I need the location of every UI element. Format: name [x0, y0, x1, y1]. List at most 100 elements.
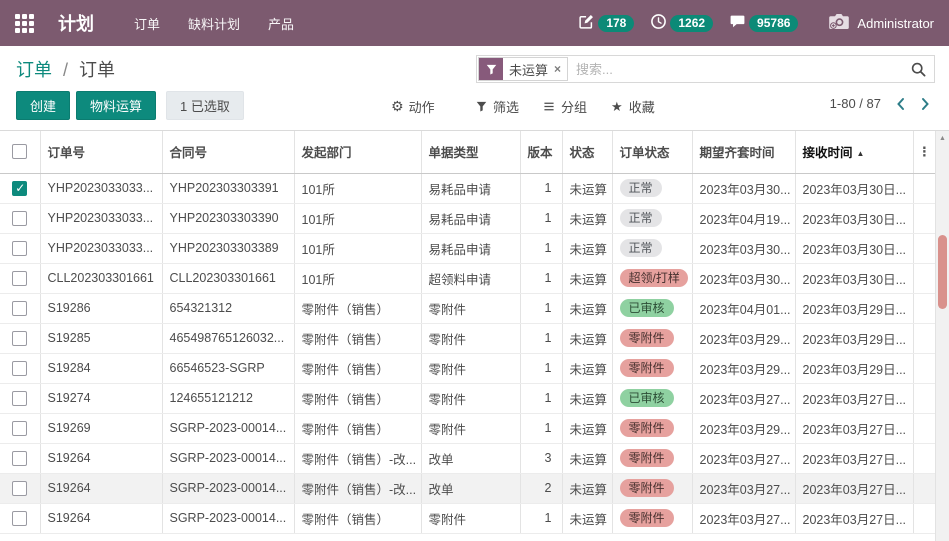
scrollbar-thumb[interactable] — [938, 235, 947, 309]
table-row[interactable]: S19264 SGRP-2023-00014... 零附件（销售） 零附件 1 … — [0, 503, 935, 533]
actions-dropdown[interactable]: ⚙ 动作 — [391, 97, 435, 116]
cell-contract-no: SGRP-2023-00014... — [162, 503, 294, 533]
order-state-badge: 已审核 — [620, 299, 674, 317]
table-row[interactable]: YHP2023033033... YHP202303303390 101所 易耗… — [0, 203, 935, 233]
search-facet[interactable]: 未运算 × — [478, 57, 568, 81]
cell-order-state: 已审核 — [612, 383, 692, 413]
note-edit-icon — [578, 13, 595, 33]
cell-status: 未运算 — [562, 263, 612, 293]
search-icon[interactable] — [911, 62, 926, 77]
material-compute-button[interactable]: 物料运算 — [76, 91, 156, 120]
row-checkbox[interactable] — [12, 331, 27, 346]
optional-columns-icon[interactable]: ⋮ — [913, 131, 935, 173]
cell-dept: 101所 — [294, 203, 421, 233]
facet-text: 未运算 — [509, 60, 548, 79]
cell-doc-type: 易耗品申请 — [421, 233, 520, 263]
row-checkbox[interactable] — [12, 451, 27, 466]
sort-asc-icon: ▲ — [857, 149, 865, 158]
menu-shortage-plan[interactable]: 缺料计划 — [188, 14, 240, 33]
cell-doc-type: 超领料申请 — [421, 263, 520, 293]
breadcrumb-parent[interactable]: 订单 — [16, 60, 52, 80]
favorites-dropdown[interactable]: ★ 收藏 — [611, 97, 655, 116]
column-version[interactable]: 版本 — [520, 131, 562, 173]
order-state-badge: 零附件 — [620, 509, 674, 527]
column-expect-time[interactable]: 期望齐套时间 — [692, 131, 795, 173]
create-button[interactable]: 创建 — [16, 91, 70, 120]
row-checkbox[interactable] — [12, 301, 27, 316]
table-row[interactable]: S19274 124655121212 零附件（销售） 零附件 1 未运算 已审… — [0, 383, 935, 413]
cell-dept: 零附件（销售） — [294, 503, 421, 533]
select-all-checkbox[interactable] — [12, 144, 27, 159]
cell-order-no: S19269 — [40, 413, 162, 443]
row-checkbox[interactable] — [12, 511, 27, 526]
scrollbar-up-icon[interactable]: ▲ — [936, 131, 949, 145]
table-row[interactable]: S19286 654321312 零附件（销售） 零附件 1 未运算 已审核 2… — [0, 293, 935, 323]
cell-order-no: S19264 — [40, 473, 162, 503]
breadcrumb-current: 订单 — [79, 60, 115, 80]
apps-menu-icon[interactable] — [15, 14, 34, 33]
row-checkbox[interactable] — [12, 421, 27, 436]
search-box: 未运算 × — [476, 55, 935, 83]
cell-dept: 101所 — [294, 263, 421, 293]
cell-contract-no: CLL202303301661 — [162, 263, 294, 293]
column-contract-no[interactable]: 合同号 — [162, 131, 294, 173]
avatar-camera-icon — [828, 13, 850, 34]
cell-status: 未运算 — [562, 173, 612, 203]
vertical-scrollbar[interactable]: ▲ — [935, 131, 949, 541]
table-header-row: 订单号 合同号 发起部门 单据类型 版本 状态 订单状态 期望齐套时间 接收时间… — [0, 131, 935, 173]
tray-activities[interactable]: 1262 — [650, 13, 713, 33]
cell-order-state: 零附件 — [612, 503, 692, 533]
cell-receive-time: 2023年03月30日... — [795, 173, 913, 203]
table-row[interactable]: S19285 465498765126032... 零附件（销售） 零附件 1 … — [0, 323, 935, 353]
cell-contract-no: 654321312 — [162, 293, 294, 323]
selected-count-button[interactable]: 1 已选取 — [166, 91, 244, 120]
menu-products[interactable]: 产品 — [268, 14, 294, 33]
table-row[interactable]: S19264 SGRP-2023-00014... 零附件（销售）-改... 改… — [0, 473, 935, 503]
pager-next-icon[interactable] — [920, 97, 931, 111]
cell-status: 未运算 — [562, 293, 612, 323]
row-checkbox[interactable] — [12, 271, 27, 286]
user-menu[interactable]: Administrator — [828, 13, 934, 34]
groupby-dropdown[interactable]: 分组 — [543, 97, 587, 116]
cell-status: 未运算 — [562, 203, 612, 233]
tray-messages[interactable]: 178 — [578, 13, 634, 33]
cell-receive-time: 2023年03月29日... — [795, 323, 913, 353]
search-options: 筛选 分组 ★ 收藏 — [476, 97, 655, 116]
row-checkbox[interactable] — [12, 241, 27, 256]
chat-count-badge: 95786 — [749, 15, 798, 32]
row-checkbox[interactable] — [12, 361, 27, 376]
filter-facet-icon — [479, 58, 503, 80]
cell-contract-no: 465498765126032... — [162, 323, 294, 353]
cell-version: 2 — [520, 473, 562, 503]
row-checkbox[interactable] — [12, 181, 27, 196]
table-row[interactable]: CLL202303301661 CLL202303301661 101所 超领料… — [0, 263, 935, 293]
search-input[interactable] — [574, 61, 903, 78]
cell-dept: 零附件（销售） — [294, 323, 421, 353]
table-row[interactable]: YHP2023033033... YHP202303303391 101所 易耗… — [0, 173, 935, 203]
filters-dropdown[interactable]: 筛选 — [476, 97, 519, 116]
column-receive-time[interactable]: 接收时间▲ — [795, 131, 913, 173]
column-order-no[interactable]: 订单号 — [40, 131, 162, 173]
cell-expect-time: 2023年03月29... — [692, 413, 795, 443]
cell-receive-time: 2023年03月29日... — [795, 293, 913, 323]
pager-previous-icon[interactable] — [895, 97, 906, 111]
tray-chat[interactable]: 95786 — [729, 13, 798, 33]
cell-dept: 零附件（销售） — [294, 293, 421, 323]
table-row[interactable]: S19269 SGRP-2023-00014... 零附件（销售） 零附件 1 … — [0, 413, 935, 443]
column-status[interactable]: 状态 — [562, 131, 612, 173]
cell-version: 1 — [520, 293, 562, 323]
table-row[interactable]: YHP2023033033... YHP202303303389 101所 易耗… — [0, 233, 935, 263]
row-checkbox[interactable] — [12, 481, 27, 496]
row-checkbox[interactable] — [12, 211, 27, 226]
menu-orders[interactable]: 订单 — [134, 14, 160, 33]
column-doc-type[interactable]: 单据类型 — [421, 131, 520, 173]
pager-value[interactable]: 1-80 / 87 — [830, 96, 881, 111]
user-name: Administrator — [857, 16, 934, 31]
column-dept[interactable]: 发起部门 — [294, 131, 421, 173]
row-checkbox[interactable] — [12, 391, 27, 406]
facet-remove-icon[interactable]: × — [554, 62, 561, 76]
column-order-state[interactable]: 订单状态 — [612, 131, 692, 173]
order-state-badge: 零附件 — [620, 479, 674, 497]
table-row[interactable]: S19264 SGRP-2023-00014... 零附件（销售）-改... 改… — [0, 443, 935, 473]
table-row[interactable]: S19284 66546523-SGRP 零附件（销售） 零附件 1 未运算 零… — [0, 353, 935, 383]
